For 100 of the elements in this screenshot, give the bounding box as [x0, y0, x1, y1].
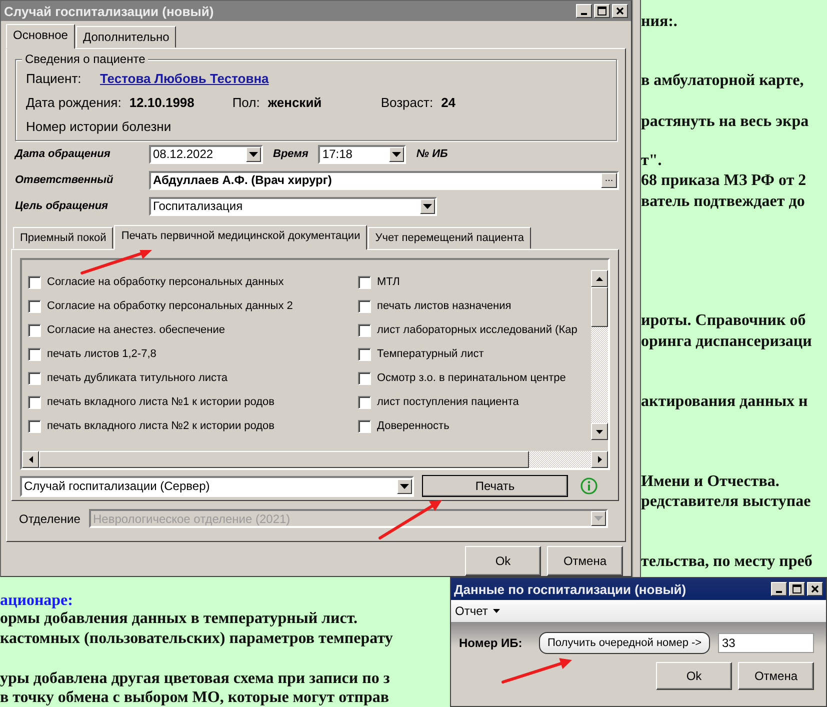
checkbox-label: печать вкладного листа №2 к истории родов — [47, 420, 275, 432]
checkbox-label: лист поступления пациента — [377, 396, 519, 408]
dropdown-button[interactable] — [420, 198, 435, 214]
info-icon — [580, 477, 598, 495]
vertical-scrollbar[interactable] — [591, 270, 608, 440]
annotation-arrow — [502, 658, 572, 684]
tab[interactable]: Учет перемещений пациента — [368, 227, 531, 249]
checkbox-label: лист лабораторных исследований (Кар — [377, 324, 578, 336]
maximize-icon — [597, 6, 607, 16]
field-label: Цель обращения — [14, 200, 110, 212]
document-text: тельства, по месту преб — [641, 553, 812, 570]
scroll-left-button[interactable] — [22, 451, 39, 468]
print-button[interactable]: Печать — [422, 475, 568, 497]
dialog-button[interactable]: Ok — [656, 662, 732, 690]
maximize-icon — [792, 584, 802, 594]
checkbox[interactable] — [28, 372, 41, 384]
annotation-arrow — [378, 500, 442, 540]
checkbox[interactable] — [28, 420, 41, 432]
caret-icon — [392, 152, 402, 156]
patient-link[interactable]: Тестова Любовь Тестовна — [100, 68, 269, 89]
checkbox[interactable] — [28, 300, 41, 312]
field-value: 24 — [441, 94, 456, 112]
field-label: Номер ИБ: — [459, 636, 524, 650]
scroll-thumb[interactable] — [39, 451, 529, 468]
document-text: ватель подтвеждает до — [641, 193, 805, 210]
field-label: Ответственный — [14, 174, 114, 186]
menu-item[interactable]: Отчет — [455, 604, 500, 618]
checkbox[interactable] — [358, 324, 371, 336]
field-label: № ИБ — [416, 148, 448, 160]
scroll-right-button[interactable] — [591, 451, 608, 468]
document-heading: ационаре: — [0, 592, 73, 609]
document-text: 68 приказа МЗ РФ от 2 — [641, 172, 806, 189]
field-label: Пол: — [232, 94, 260, 112]
document-text: растянуть на весь экра — [641, 113, 809, 130]
minimize-icon — [581, 13, 587, 15]
document-text: ироты. Справочник об — [641, 312, 806, 329]
report-dropdown[interactable]: Случай госпитализации (Сервер) — [20, 476, 414, 496]
checkbox[interactable] — [28, 324, 41, 336]
field-label: Пациент: — [26, 70, 82, 88]
checkbox[interactable] — [28, 276, 41, 288]
close-icon — [810, 584, 820, 594]
minimize-button[interactable] — [771, 582, 787, 596]
dialog-button[interactable]: Отмена — [738, 662, 814, 690]
checkbox[interactable] — [358, 420, 371, 432]
browse-button[interactable]: ... — [601, 172, 617, 188]
horizontal-scrollbar[interactable] — [22, 451, 608, 468]
dropdown-button[interactable] — [397, 478, 412, 494]
dropdown-button[interactable] — [389, 146, 404, 162]
scroll-up-button[interactable] — [591, 270, 608, 287]
tab[interactable]: Приемный покой — [13, 227, 114, 249]
checkbox-label: Температурный лист — [377, 348, 484, 360]
maximize-button[interactable] — [789, 582, 805, 596]
dialog-button[interactable]: Ok — [465, 546, 541, 576]
time-field[interactable]: 17:18 — [318, 144, 406, 164]
field-label: Дата рождения: — [26, 94, 122, 112]
number-field[interactable]: 33 — [718, 633, 814, 653]
field-label: Время — [273, 148, 308, 160]
purpose-dropdown[interactable]: Госпитализация — [149, 196, 437, 216]
next-number-button[interactable]: Получить очередной номер -> — [539, 632, 710, 654]
checkbox-label: Согласие на обработку персональных данных — [47, 276, 284, 288]
document-text: в точку обмена с выбором МО, которые могут отправ — [0, 689, 390, 706]
checkbox[interactable] — [358, 348, 371, 360]
document-text: актирования данных н — [641, 393, 808, 410]
close-button[interactable] — [807, 582, 823, 596]
minimize-button[interactable] — [576, 4, 592, 18]
checkbox[interactable] — [358, 300, 371, 312]
document-text: ния:. — [641, 13, 678, 30]
dropdown-button[interactable] — [246, 146, 261, 162]
tab[interactable]: Основное — [6, 24, 75, 49]
field-label: Дата обращения — [13, 148, 112, 160]
checkbox[interactable] — [28, 396, 41, 408]
checkbox[interactable] — [358, 372, 371, 384]
caret-icon — [400, 484, 409, 488]
dialog-button[interactable]: Отмена — [547, 546, 623, 576]
document-text: т". — [641, 152, 662, 169]
close-button[interactable] — [612, 4, 628, 18]
tab[interactable]: Дополнительно — [76, 26, 176, 48]
date-field[interactable]: 08.12.2022 — [149, 144, 263, 164]
tab[interactable]: Печать первичной медицинской документации — [114, 225, 368, 250]
checkbox-label: Осмотр з.о. в перинатальном центре — [377, 372, 566, 384]
right-arrow-icon — [598, 456, 602, 463]
checkbox-label: печать вкладного листа №1 к истории родов — [47, 396, 275, 408]
maximize-button[interactable] — [594, 4, 610, 18]
checkbox-label: печать листов 1,2-7,8 — [47, 348, 156, 360]
document-text: оринга диспансеризаци — [641, 333, 812, 350]
checkbox[interactable] — [358, 276, 371, 288]
caret-icon — [249, 152, 258, 156]
group-title: Сведения о пациенте — [22, 52, 148, 66]
down-arrow-icon — [596, 430, 603, 434]
scroll-down-button[interactable] — [591, 423, 608, 440]
checkbox[interactable] — [358, 396, 371, 408]
scroll-thumb[interactable] — [591, 287, 608, 327]
responsible-field[interactable]: Абдуллаев А.Ф. (Врач хирург) ... — [149, 170, 619, 190]
document-text: Имени и Отчества. — [641, 473, 780, 490]
checkbox[interactable] — [28, 348, 41, 360]
field-value: женский — [268, 94, 323, 112]
checkbox-label: Согласие на анестез. обеспечение — [47, 324, 225, 336]
close-icon — [615, 6, 625, 16]
field-value: 12.10.1998 — [129, 94, 196, 112]
checkbox-label: Доверенность — [377, 420, 450, 432]
